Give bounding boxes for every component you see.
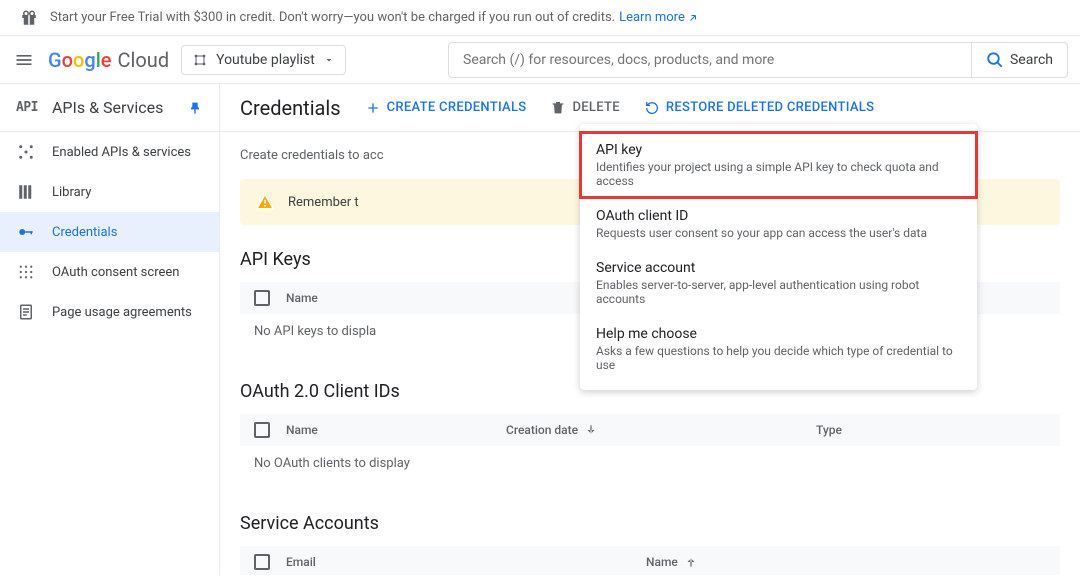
col-name[interactable]: Name <box>646 555 956 569</box>
sort-down-icon <box>584 423 598 437</box>
project-name: Youtube playlist <box>216 52 315 68</box>
key-icon <box>16 222 36 242</box>
col-email[interactable]: Email <box>286 555 646 569</box>
pin-icon[interactable] <box>187 100 203 116</box>
api-icon: API <box>16 100 38 115</box>
create-credentials-menu: API key Identifies your project using a … <box>580 124 977 390</box>
delete-button[interactable]: DELETE <box>550 100 619 116</box>
select-all-checkbox[interactable] <box>254 290 270 306</box>
sidebar-item-oauth-consent[interactable]: OAuth consent screen <box>0 252 219 292</box>
menu-icon[interactable] <box>12 48 36 72</box>
create-credentials-button[interactable]: CREATE CREDENTIALS <box>365 100 527 116</box>
col-name[interactable]: Name <box>286 423 506 437</box>
promo-bar: Start your Free Trial with $300 in credi… <box>0 0 1080 36</box>
restore-icon <box>644 100 660 116</box>
top-bar: Google Cloud Youtube playlist Search <box>0 36 1080 84</box>
enabled-apis-icon <box>16 142 36 162</box>
library-icon <box>16 182 36 202</box>
sidebar-item-label: Enabled APIs & services <box>52 145 191 160</box>
consent-icon <box>16 262 36 282</box>
section-title-service-accounts: Service Accounts <box>240 513 1060 534</box>
col-creation-date[interactable]: Creation date <box>506 423 816 437</box>
sidebar-item-label: OAuth consent screen <box>52 265 179 280</box>
agreements-icon <box>16 302 36 322</box>
sidebar-item-enabled-apis[interactable]: Enabled APIs & services <box>0 132 219 172</box>
trash-icon <box>550 100 566 116</box>
sort-up-icon <box>684 555 698 569</box>
menu-item-oauth-client-id[interactable]: OAuth client ID Requests user consent so… <box>580 198 977 250</box>
sidebar-item-credentials[interactable]: Credentials <box>0 212 219 252</box>
chevron-down-icon <box>323 54 335 66</box>
oauth-empty: No OAuth clients to display <box>240 446 1060 481</box>
oauth-table-header: Name Creation date Type <box>240 414 1060 446</box>
sidebar-item-library[interactable]: Library <box>0 172 219 212</box>
plus-icon <box>365 100 381 116</box>
gift-icon <box>20 9 38 27</box>
page-title: Credentials <box>240 96 341 120</box>
project-icon <box>192 52 208 68</box>
restore-deleted-button[interactable]: RESTORE DELETED CREDENTIALS <box>644 100 874 116</box>
sidebar-header: API APIs & Services <box>0 84 219 132</box>
menu-item-help-me-choose[interactable]: Help me choose Asks a few questions to h… <box>580 316 977 382</box>
sidebar-item-label: Page usage agreements <box>52 305 192 320</box>
menu-item-api-key[interactable]: API key Identifies your project using a … <box>580 132 977 198</box>
search-bar: Search <box>448 42 1068 78</box>
sidebar-item-label: Library <box>52 185 91 200</box>
sidebar-item-label: Credentials <box>52 225 117 240</box>
logo-cloud-text: Cloud <box>118 48 170 72</box>
select-all-checkbox[interactable] <box>254 554 270 570</box>
sidebar: API APIs & Services Enabled APIs & servi… <box>0 84 220 575</box>
col-name[interactable]: Name <box>286 291 506 305</box>
search-icon <box>986 51 1004 69</box>
promo-text: Start your Free Trial with $300 in credi… <box>50 10 615 25</box>
content: Credentials CREATE CREDENTIALS DELETE RE… <box>220 84 1080 575</box>
search-input[interactable] <box>449 52 971 68</box>
promo-learn-more-link[interactable]: Learn more <box>619 10 699 25</box>
warning-icon <box>256 193 274 211</box>
menu-item-service-account[interactable]: Service account Enables server-to-server… <box>580 250 977 316</box>
alert-text: Remember t <box>288 195 359 210</box>
project-selector[interactable]: Youtube playlist <box>181 45 346 75</box>
sidebar-title: APIs & Services <box>52 98 173 117</box>
search-button[interactable]: Search <box>971 43 1067 77</box>
logo[interactable]: Google Cloud <box>48 48 169 72</box>
sidebar-item-agreements[interactable]: Page usage agreements <box>0 292 219 332</box>
service-table-header: Email Name <box>240 546 1060 575</box>
col-type[interactable]: Type <box>816 423 1046 437</box>
select-all-checkbox[interactable] <box>254 422 270 438</box>
